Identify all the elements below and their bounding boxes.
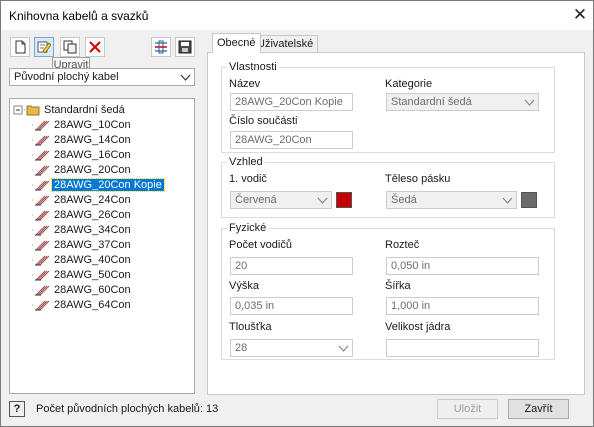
- tab-general[interactable]: Obecné: [212, 33, 261, 53]
- pitch-label: Rozteč: [385, 239, 420, 251]
- chevron-down-icon: [338, 345, 349, 352]
- compare-icon: [155, 40, 167, 54]
- flat-cable-icon: [32, 165, 50, 176]
- copy-icon: [63, 40, 77, 54]
- flat-cable-icon: [32, 270, 50, 281]
- status-text: Počet původních plochých kabelů: 13: [36, 403, 219, 415]
- flat-cable-icon: [32, 150, 50, 161]
- tree-root-label: Standardní šedá: [44, 104, 125, 116]
- close-icon[interactable]: ✕: [567, 3, 593, 27]
- width-field[interactable]: 1,000 in: [386, 297, 539, 315]
- tab-panel-general: Vlastnosti Název 28AWG_20Con Kopie Kateg…: [207, 52, 585, 395]
- tape-body-select[interactable]: Šedá: [386, 191, 517, 209]
- tree-item-label: 28AWG_34Con: [54, 224, 131, 236]
- physical-group-title: Fyzické: [227, 222, 269, 234]
- chevron-down-icon: [180, 74, 191, 81]
- window-title: Knihovna kabelů a svazků: [9, 9, 149, 23]
- flat-cable-icon: [32, 210, 50, 221]
- flat-cable-icon: [32, 120, 50, 131]
- tree-item-label: 28AWG_64Con: [54, 299, 131, 311]
- part-number-label: Číslo součásti: [229, 115, 298, 127]
- part-number-field[interactable]: 28AWG_20Con: [230, 131, 353, 149]
- tree-item-label: 28AWG_16Con: [54, 149, 131, 161]
- tree-item-label: 28AWG_14Con: [54, 134, 131, 146]
- cable-library-dialog: Knihovna kabelů a svazků ✕ Upravit Původ…: [0, 0, 594, 427]
- save-library-button[interactable]: [175, 37, 195, 57]
- properties-group: Vlastnosti Název 28AWG_20Con Kopie Kateg…: [221, 61, 555, 153]
- category-label: Kategorie: [385, 78, 433, 90]
- close-button[interactable]: Zavřít: [508, 399, 569, 419]
- tape-body-color-swatch[interactable]: [521, 192, 537, 208]
- tab-general-label: Obecné: [217, 37, 256, 49]
- flat-cable-icon: [32, 225, 50, 236]
- tree-item-label: 28AWG_20Con: [54, 164, 131, 176]
- tape-body-label: Těleso pásku: [385, 173, 451, 185]
- name-field[interactable]: 28AWG_20Con Kopie: [230, 93, 353, 111]
- thickness-select[interactable]: 28: [230, 339, 353, 357]
- title-bar: Knihovna kabelů a svazků ✕: [1, 1, 593, 30]
- chevron-down-icon: [524, 99, 535, 106]
- core-size-field[interactable]: [386, 339, 539, 357]
- flat-cable-icon: [32, 255, 50, 266]
- delete-icon: [89, 41, 101, 53]
- properties-group-title: Vlastnosti: [227, 61, 279, 73]
- tab-user-label: Uživatelské: [257, 38, 314, 50]
- tape-body-select-value: Šedá: [391, 194, 417, 206]
- thickness-label: Tloušťka: [229, 321, 272, 333]
- core-size-label: Velikost jádra: [385, 321, 451, 333]
- flat-cable-icon: [32, 180, 50, 191]
- height-label: Výška: [229, 280, 259, 292]
- flat-cable-icon: [32, 240, 50, 251]
- new-button[interactable]: [10, 37, 30, 57]
- flat-cable-icon: [32, 285, 50, 296]
- wire-count-label: Počet vodičů: [229, 239, 292, 251]
- tree-item-label: 28AWG_40Con: [54, 254, 131, 266]
- help-button[interactable]: ?: [9, 401, 25, 417]
- copy-button[interactable]: [60, 37, 80, 57]
- first-wire-label: 1. vodič: [229, 173, 267, 185]
- chevron-down-icon: [317, 197, 328, 204]
- flat-cable-icon: [32, 300, 50, 311]
- library-select-value: Původní plochý kabel: [14, 71, 119, 83]
- tree-item-label: 28AWG_37Con: [54, 239, 131, 251]
- tree-item-label: 28AWG_10Con: [54, 119, 131, 131]
- new-icon: [15, 40, 26, 54]
- thickness-select-value: 28: [235, 342, 248, 354]
- category-select[interactable]: Standardní šedá: [386, 93, 539, 111]
- appearance-group: Vzhled 1. vodič Červená Těleso pásku Šed…: [221, 156, 555, 218]
- cable-tree[interactable]: Standardní šedá 28AWG_10Con 28AWG_14Con 28…: [9, 98, 195, 394]
- height-field[interactable]: 0,035 in: [230, 297, 353, 315]
- first-wire-color-swatch[interactable]: [336, 192, 352, 208]
- tab-user[interactable]: Uživatelské: [252, 35, 319, 52]
- tree-item-label: 28AWG_20Con Kopie: [51, 178, 165, 192]
- wire-count-field[interactable]: 20: [230, 257, 353, 275]
- category-select-value: Standardní šedá: [391, 96, 472, 108]
- tree-item-label: 28AWG_24Con: [54, 194, 131, 206]
- library-select[interactable]: Původní plochý kabel: [9, 68, 195, 86]
- pitch-field[interactable]: 0,050 in: [386, 257, 539, 275]
- folder-icon: [26, 105, 40, 116]
- flat-cable-icon: [32, 195, 50, 206]
- physical-group: Fyzické Počet vodičů 20 Rozteč 0,050 in …: [221, 222, 555, 360]
- first-wire-select[interactable]: Červená: [230, 191, 332, 209]
- tree-item-label: 28AWG_26Con: [54, 209, 131, 221]
- tree-item-label: 28AWG_50Con: [54, 269, 131, 281]
- edit-button[interactable]: [34, 37, 54, 57]
- chevron-down-icon: [502, 197, 513, 204]
- delete-button[interactable]: [85, 37, 105, 57]
- edit-icon: [37, 41, 51, 54]
- tree-item-label: 28AWG_60Con: [54, 284, 131, 296]
- flat-cable-icon: [32, 135, 50, 146]
- save-button[interactable]: Uložit: [437, 399, 498, 419]
- name-label: Název: [229, 78, 261, 90]
- first-wire-select-value: Červená: [235, 194, 277, 206]
- width-label: Šířka: [385, 280, 411, 292]
- appearance-group-title: Vzhled: [227, 156, 265, 168]
- save-library-icon: [178, 40, 192, 54]
- compare-button[interactable]: [151, 37, 171, 57]
